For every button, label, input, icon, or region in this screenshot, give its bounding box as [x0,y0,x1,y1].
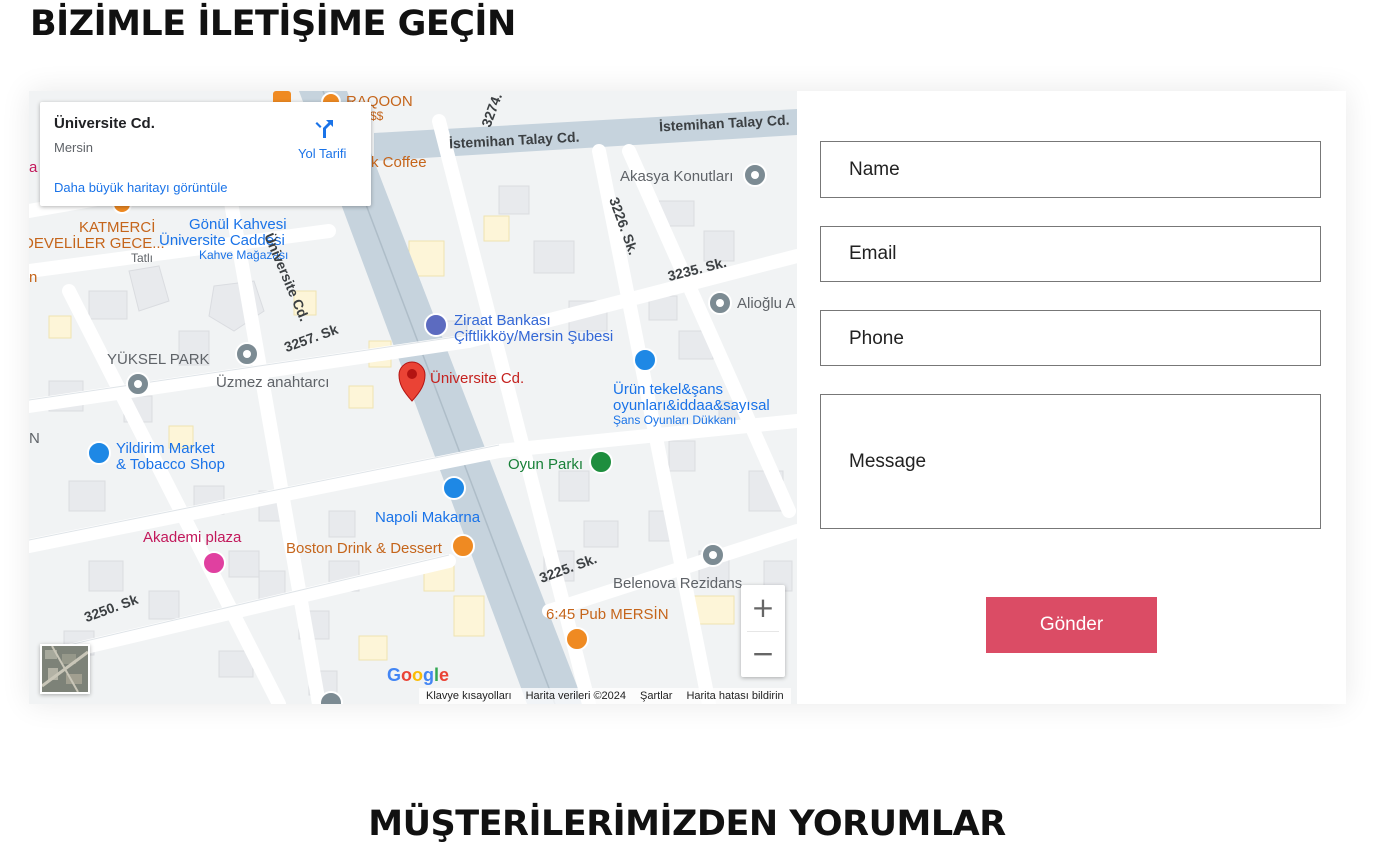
map-label-gonul: Gönül Kahvesi [189,216,287,233]
directions-label: Yol Tarifi [298,146,347,161]
name-placeholder: Name [849,159,900,180]
map-label-uzmez: Üzmez anahtarcı [216,374,330,391]
report-map-error-link[interactable]: Harita hatası bildirin [679,688,790,704]
satellite-thumbnail-icon [42,646,88,692]
testimonials-title: MÜŞTERİLERİMİZDEN YORUMLAR [368,804,1006,844]
map-embed[interactable]: RAQOON pa · $$ k Coffee İstemihan Talay … [29,91,797,704]
map-label-develiler: DEVELİLER GECE... [29,235,165,252]
info-card-subtitle: Mersin [54,140,94,155]
zoom-in-button[interactable]: + [741,585,785,631]
zoom-controls: + − [741,585,785,677]
map-label-akasya: Akasya Konutları [620,168,734,185]
info-card-title: Üniversite Cd. [54,115,155,132]
phone-placeholder: Phone [849,328,904,349]
map-label-coffee: k Coffee [371,154,427,171]
satellite-toggle-button[interactable] [40,644,90,694]
map-label-belenova: Belenova Rezidans [613,575,743,592]
map-data-text: Harita verileri ©2024 [525,690,627,702]
terms-link[interactable]: Şartlar [633,688,679,704]
map-label-edge-n: N [29,430,40,447]
larger-map-link[interactable]: Daha büyük haritayı görüntüle [54,180,227,195]
directions-icon [315,120,333,138]
directions-button[interactable]: Yol Tarifi [290,114,360,164]
map-label-katmerci: KATMERCİ [79,219,156,236]
map-label-ziraat-2: Çiftlikköy/Mersin Şubesi [454,328,614,345]
map-label-yildirim-1: Yildirim Market [116,440,215,457]
zoom-out-button[interactable]: − [741,631,785,677]
map-label-edge-n2: n [29,269,38,286]
map-label-urun-3: Şans Oyunları Dükkanı [613,413,737,427]
map-label-pin: Üniversite Cd. [430,370,525,387]
map-label-edge-a: a [29,159,38,176]
map-label-urun-1: Ürün tekel&şans [613,381,724,398]
map-label-boston: Boston Drink & Dessert [286,540,442,557]
map-label-oyun-parki: Oyun Parkı [508,456,584,473]
email-field[interactable]: Email [820,226,1321,282]
map-label-yuksel: YÜKSEL PARK [107,351,210,368]
map-label-tatli: Tatlı [131,251,154,265]
keyboard-shortcuts-link[interactable]: Klavye kısayolları [419,688,519,704]
phone-field[interactable]: Phone [820,310,1321,366]
map-label-urun-2: oyunları&iddaa&sayısal [613,397,770,414]
contact-card: RAQOON pa · $$ k Coffee İstemihan Talay … [29,91,1346,704]
google-logo: Google [387,665,450,685]
map-label-akademi: Akademi plaza [143,529,242,546]
map-info-card: Üniversite Cd. Mersin Daha büyük haritay… [40,102,371,206]
message-field[interactable]: Message [820,394,1321,529]
map-label-alioglu: Alioğlu A [737,295,796,312]
message-placeholder: Message [849,451,927,472]
map-attribution: Klavye kısayolları Harita verileri ©2024… [419,688,791,704]
map-label-napoli: Napoli Makarna [375,509,481,526]
email-placeholder: Email [849,243,897,264]
name-field[interactable]: Name [820,141,1321,198]
page-title: BİZİMLE İLETİŞİME GEÇİN [30,4,516,44]
map-label-yildirim-2: & Tobacco Shop [116,456,225,473]
submit-button[interactable]: Gönder [986,597,1157,653]
map-label-ziraat-1: Ziraat Bankası [454,312,551,329]
map-label-pub: 6:45 Pub MERSİN [546,606,669,623]
